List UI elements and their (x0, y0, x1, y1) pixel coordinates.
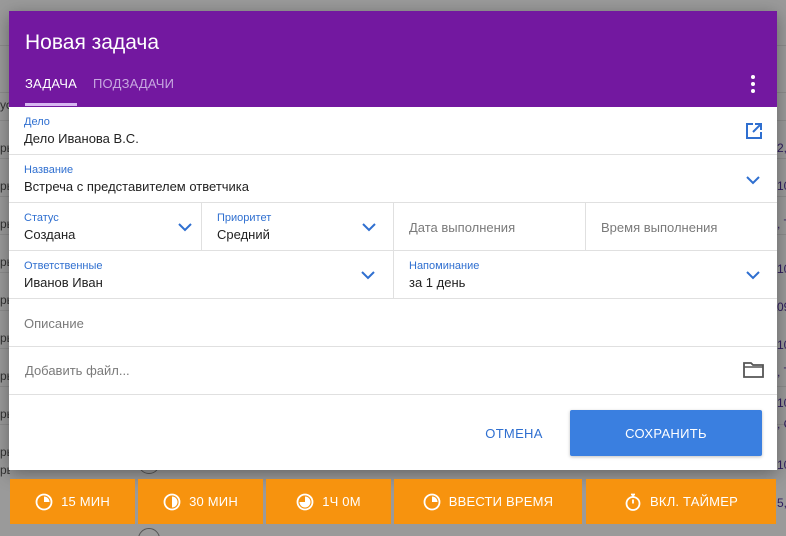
tab-indicator (25, 103, 77, 106)
add-30-min-button[interactable]: 30 МИН (138, 479, 263, 524)
description-placeholder: Описание (24, 316, 84, 331)
case-label: Дело (24, 116, 50, 128)
bg-cell-text: 10 (777, 458, 786, 472)
button-label: 1Ч 0М (322, 494, 361, 509)
name-label: Название (24, 164, 74, 176)
folder-icon[interactable] (743, 361, 764, 378)
bg-cell-text: 5, (777, 496, 786, 510)
assignees-row: Ответственные Иванов Иван Напоминание за… (9, 251, 777, 299)
bg-cell-text: 2, (777, 141, 786, 155)
priority-select[interactable]: Приоритет Средний (201, 203, 393, 250)
bg-cell-text: , С (777, 417, 786, 431)
button-label: ВКЛ. ТАЙМЕР (650, 494, 738, 509)
due-date-placeholder: Дата выполнения (409, 220, 516, 235)
due-time-placeholder: Время выполнения (601, 220, 718, 235)
chevron-down-icon (361, 271, 375, 280)
clock-icon (163, 493, 181, 510)
start-timer-button[interactable]: ВКЛ. ТАЙМЕР (586, 479, 776, 524)
assignees-label: Ответственные (24, 260, 103, 272)
due-time-field[interactable]: Время выполнения (585, 203, 777, 250)
button-label: ВВЕСТИ ВРЕМЯ (448, 494, 554, 509)
bg-cell-text: , Т (777, 217, 786, 231)
dialog-header: Новая задача ЗАДАЧА ПОДЗАДАЧИ (9, 11, 777, 107)
bg-cell-text: 10 (777, 396, 786, 410)
chevron-down-icon (178, 223, 192, 232)
bg-checkbox (138, 528, 160, 536)
assignees-value: Иванов Иван (24, 275, 103, 290)
new-task-dialog: Новая задача ЗАДАЧА ПОДЗАДАЧИ Дело Дело … (9, 11, 777, 470)
bg-cell-text: , Т (777, 365, 786, 379)
reminder-value: за 1 день (409, 275, 466, 290)
button-label: 15 МИН (61, 494, 110, 509)
tab-task[interactable]: ЗАДАЧА (25, 76, 77, 91)
cancel-button[interactable]: ОТМЕНА (464, 410, 564, 456)
name-field[interactable]: Название Встреча с представителем ответч… (9, 155, 777, 203)
add-15-min-button[interactable]: 15 МИН (10, 479, 135, 524)
clock-icon (423, 493, 441, 510)
attach-file-placeholder: Добавить файл... (25, 363, 130, 378)
priority-label: Приоритет (217, 212, 272, 224)
case-field[interactable]: Дело Дело Иванова В.С. (9, 107, 777, 155)
dialog-title: Новая задача (25, 31, 160, 54)
open-external-icon[interactable] (745, 122, 763, 140)
save-button[interactable]: СОХРАНИТЬ (570, 410, 762, 456)
button-label: 30 МИН (189, 494, 238, 509)
status-row: Статус Создана Приоритет Средний Дата вы… (9, 203, 777, 251)
attach-file-field[interactable]: Добавить файл... (9, 347, 777, 395)
add-1-hour-button[interactable]: 1Ч 0М (266, 479, 391, 524)
status-label: Статус (24, 212, 59, 224)
bg-cell-text: 10 (777, 338, 786, 352)
status-value: Создана (24, 227, 76, 242)
chevron-down-icon (746, 271, 760, 280)
priority-value: Средний (217, 227, 270, 242)
bg-cell-text: 09 (777, 300, 786, 314)
name-value: Встреча с представителем ответчика (24, 179, 250, 194)
enter-time-button[interactable]: ВВЕСТИ ВРЕМЯ (394, 479, 582, 524)
assignees-select[interactable]: Ответственные Иванов Иван (9, 251, 393, 298)
chevron-down-icon[interactable] (746, 176, 760, 185)
due-date-field[interactable]: Дата выполнения (393, 203, 585, 250)
case-value: Дело Иванова В.С. (24, 131, 139, 146)
status-select[interactable]: Статус Создана (9, 203, 201, 250)
reminder-label: Напоминание (409, 260, 480, 272)
tab-subtasks[interactable]: ПОДЗАДАЧИ (93, 76, 174, 91)
bg-cell-text: 10 (777, 262, 786, 276)
bg-cell-text: 10 (777, 179, 786, 193)
description-field[interactable]: Описание (9, 299, 777, 347)
more-menu-icon[interactable] (745, 75, 761, 93)
stopwatch-icon (625, 493, 641, 511)
reminder-select[interactable]: Напоминание за 1 день (393, 251, 777, 298)
chevron-down-icon (362, 223, 376, 232)
clock-icon (35, 493, 53, 510)
clock-icon (296, 493, 314, 510)
